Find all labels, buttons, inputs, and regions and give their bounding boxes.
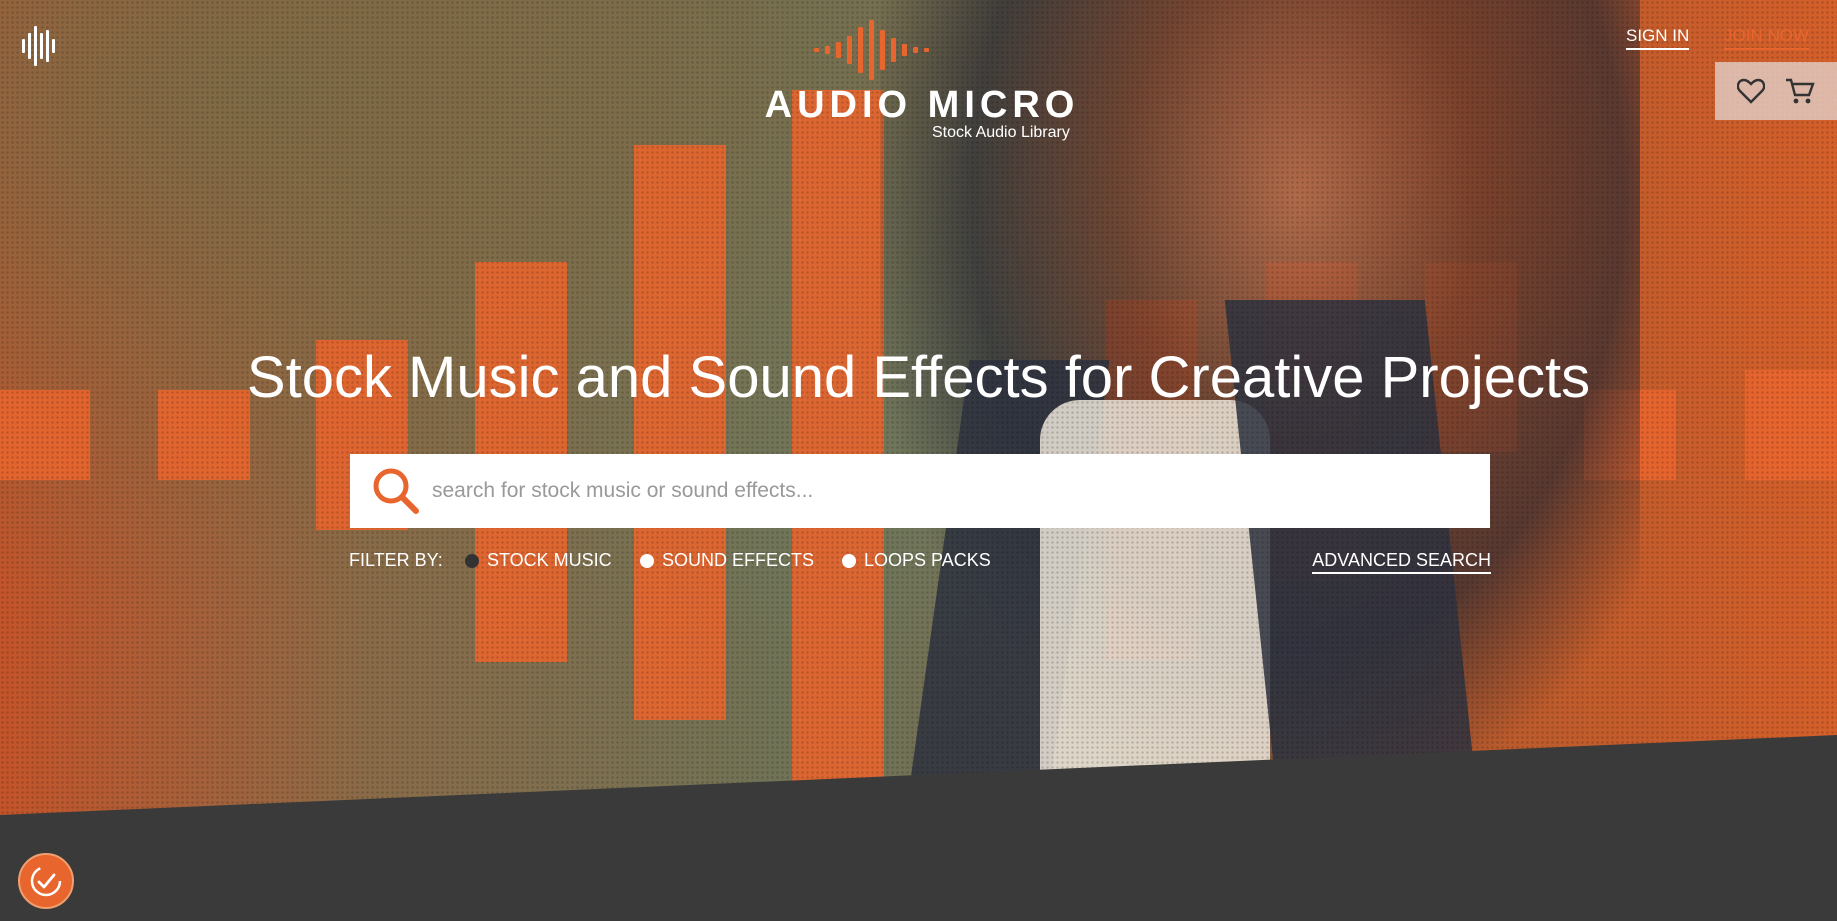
radio-button[interactable] <box>640 553 654 568</box>
search-input[interactable] <box>432 454 1490 528</box>
search-filters: FILTER BY: STOCK MUSIC SOUND EFFECTS LOO… <box>349 548 1491 574</box>
filter-option-label: STOCK MUSIC <box>487 550 612 570</box>
heart-icon[interactable] <box>1737 78 1765 104</box>
brand-wave-icon <box>814 20 929 80</box>
filter-label: FILTER BY: <box>349 550 443 570</box>
audio-wave-icon[interactable] <box>22 26 58 66</box>
cookie-consent-button[interactable] <box>18 853 74 909</box>
brand-logo[interactable]: AUDIO MICRO Stock Audio Library <box>752 20 1092 150</box>
join-now-link[interactable]: JOIN NOW <box>1724 26 1809 50</box>
cart-icon[interactable] <box>1785 77 1815 105</box>
sign-in-link[interactable]: SIGN IN <box>1626 26 1690 50</box>
filter-stock-music[interactable]: STOCK MUSIC <box>465 550 612 571</box>
brand-name: AUDIO MICRO <box>764 84 1080 126</box>
radio-button[interactable] <box>465 553 479 568</box>
cookie-consent-icon <box>30 865 62 897</box>
header-icon-box <box>1715 62 1837 120</box>
advanced-search-link[interactable]: ADVANCED SEARCH <box>1312 550 1491 574</box>
filter-option-label: SOUND EFFECTS <box>662 550 815 570</box>
brand-tagline: Stock Audio Library <box>932 124 1070 141</box>
search-icon[interactable] <box>370 465 422 517</box>
hero-headline: Stock Music and Sound Effects for Creati… <box>246 345 1591 410</box>
filter-sound-effects[interactable]: SOUND EFFECTS <box>640 550 814 571</box>
filter-option-label: LOOPS PACKS <box>864 550 991 570</box>
radio-button[interactable] <box>842 553 856 568</box>
search-bar <box>350 454 1490 528</box>
filter-loops-packs[interactable]: LOOPS PACKS <box>842 550 991 571</box>
